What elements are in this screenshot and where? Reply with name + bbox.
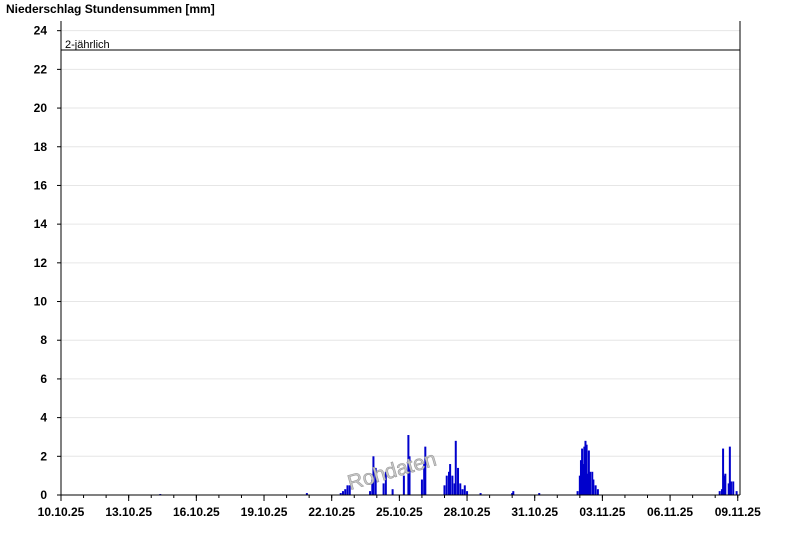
precip-bar — [463, 485, 466, 495]
precip-bar — [592, 479, 595, 495]
x-tick-label: 25.10.25 — [376, 505, 423, 519]
y-tick-label: 20 — [34, 101, 48, 115]
precipitation-bars — [159, 435, 738, 495]
precip-bar — [344, 489, 347, 495]
grid-lines — [61, 30, 740, 457]
x-tick-label: 03.11.25 — [579, 505, 625, 519]
y-tick-label: 10 — [34, 295, 48, 309]
precip-bar — [594, 485, 597, 495]
precip-bar — [576, 491, 579, 495]
x-tick-label: 16.10.25 — [173, 505, 220, 519]
y-tick-label: 4 — [40, 411, 47, 425]
x-tick-label: 13.10.25 — [105, 505, 152, 519]
precip-bar — [369, 491, 372, 495]
x-tick-label: 31.10.25 — [511, 505, 558, 519]
y-tick-label: 0 — [40, 488, 47, 502]
y-tick-label: 8 — [40, 333, 47, 347]
precip-bar — [459, 483, 462, 495]
y-tick-label: 16 — [34, 178, 48, 192]
x-axis-ticks: 10.10.25 13.10.25 16.10.25 19.10.25 22.10.25… — [38, 495, 761, 519]
precip-bar — [457, 467, 460, 495]
precip-bar — [454, 440, 457, 495]
precip-bar — [420, 479, 423, 495]
x-tick-label: 22.10.25 — [308, 505, 355, 519]
y-tick-label: 6 — [40, 372, 47, 386]
precip-bar — [596, 489, 599, 495]
precip-bar — [724, 473, 727, 495]
x-tick-label: 09.11.25 — [715, 505, 761, 519]
threshold-label: 2-jährlich — [65, 39, 110, 51]
precipitation-chart: Niederschlag Stundensummen [mm] 2-jährli… — [6, 2, 761, 519]
precip-bar — [341, 491, 344, 495]
axes — [60, 21, 741, 496]
precip-bar — [461, 489, 464, 495]
x-tick-label: 19.10.25 — [241, 505, 288, 519]
precip-bar — [718, 491, 721, 495]
x-tick-label: 06.11.25 — [647, 505, 693, 519]
y-tick-label: 18 — [34, 140, 48, 154]
y-axis-ticks: 024681012141618202224 — [34, 24, 61, 502]
y-tick-label: 24 — [34, 24, 48, 38]
x-tick-label: 28.10.25 — [444, 505, 491, 519]
precip-bar — [588, 471, 591, 495]
x-tick-label: 10.10.25 — [38, 505, 85, 519]
precip-bar — [732, 481, 735, 495]
y-tick-label: 2 — [40, 449, 47, 463]
precip-bar — [729, 481, 732, 495]
precip-bar — [391, 489, 394, 495]
precip-bar — [512, 491, 515, 495]
precip-bar — [451, 475, 454, 495]
precip-bar — [445, 475, 448, 495]
chart-title: Niederschlag Stundensummen [mm] — [6, 2, 215, 16]
precip-bar — [466, 491, 469, 495]
precip-bar — [735, 491, 738, 495]
precip-bar — [443, 485, 446, 495]
y-tick-label: 12 — [34, 256, 48, 270]
y-tick-label: 22 — [34, 62, 48, 76]
precip-bar — [449, 464, 452, 495]
y-tick-label: 14 — [34, 217, 48, 231]
